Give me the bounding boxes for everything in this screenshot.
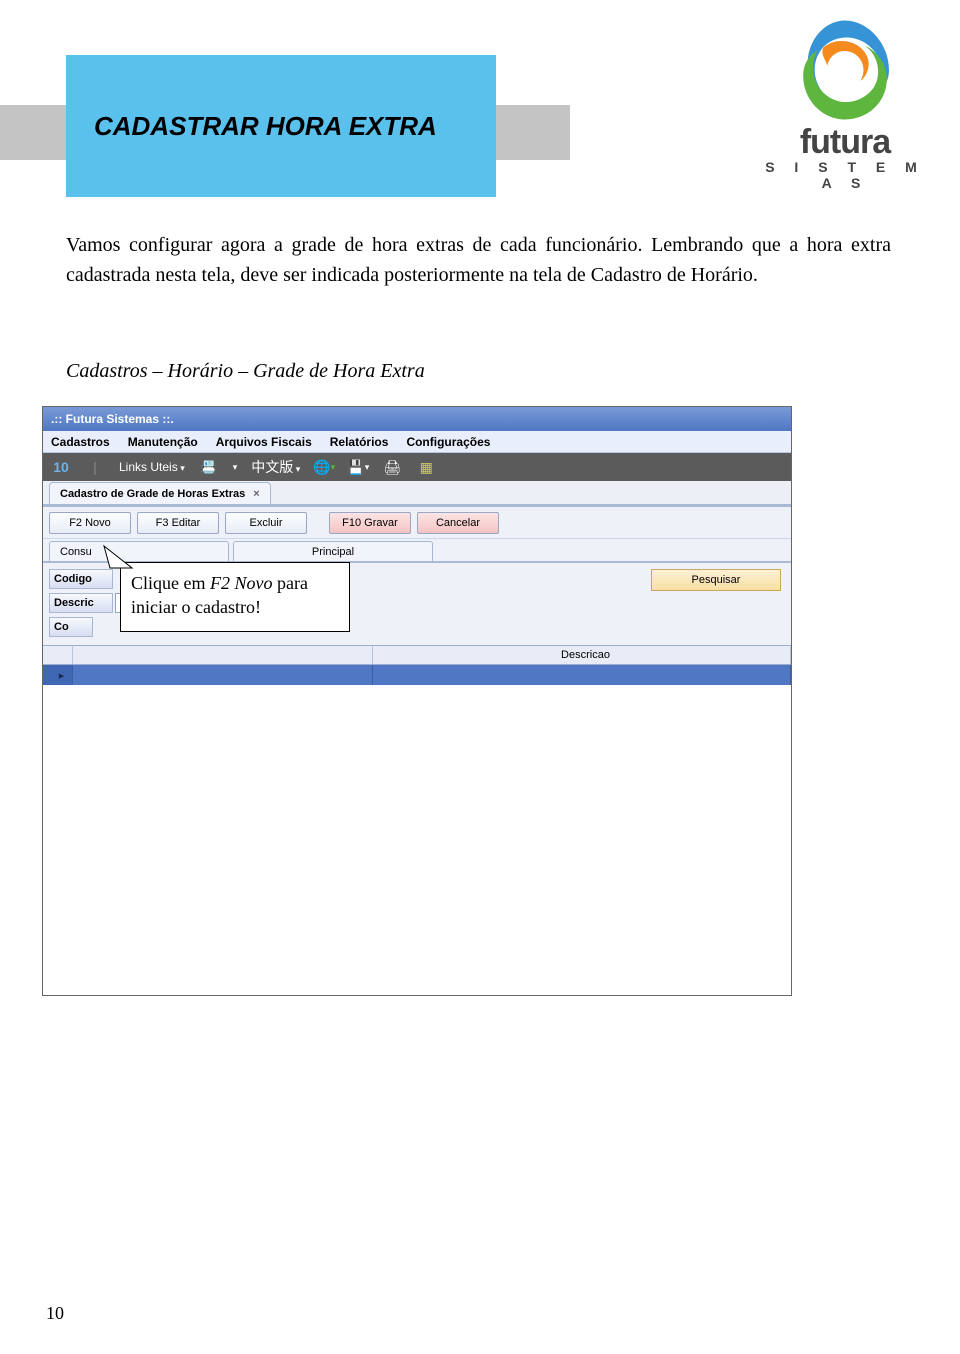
grid-row-marker: ▸ xyxy=(43,665,73,685)
pesquisar-button[interactable]: Pesquisar xyxy=(651,569,781,591)
grid-header: Descricao xyxy=(43,645,791,665)
editar-button[interactable]: F3 Editar xyxy=(137,512,219,534)
subtab-principal-label: Principal xyxy=(312,546,354,558)
novo-button-label: F2 Novo xyxy=(69,517,111,529)
gravar-button[interactable]: F10 Gravar xyxy=(329,512,411,534)
logo-tagline-text: S I S T E M A S xyxy=(760,159,930,191)
toolbar-links-uteis[interactable]: Links Uteis xyxy=(119,460,185,474)
app-menubar: Cadastros Manutenção Arquivos Fiscais Re… xyxy=(43,431,791,453)
callout-text-c: para xyxy=(273,573,308,593)
toolbar-lang-cn[interactable]: 中文版 xyxy=(251,457,300,477)
novo-button[interactable]: F2 Novo xyxy=(49,512,131,534)
grid-row-cell3 xyxy=(373,665,791,685)
toolbar-folder-drop[interactable]: ▾ xyxy=(233,462,238,473)
menu-configuracoes[interactable]: Configurações xyxy=(406,435,490,449)
page-number: 10 xyxy=(46,1303,64,1324)
tab-strip: Cadastro de Grade de Horas Extras × xyxy=(43,481,791,507)
editar-button-label: F3 Editar xyxy=(156,517,201,529)
cancelar-button[interactable]: Cancelar xyxy=(417,512,499,534)
menu-relatorios[interactable]: Relatórios xyxy=(330,435,389,449)
breadcrumb: Cadastros – Horário – Grade de Hora Extr… xyxy=(66,360,425,383)
toolbar-print-icon[interactable]: 🖨 xyxy=(382,457,402,477)
pesquisar-button-label: Pesquisar xyxy=(692,574,741,586)
grid-header-arrow xyxy=(43,646,73,664)
section-title-text: CADASTRAR HORA EXTRA xyxy=(94,111,437,142)
filter-label-descricao: Descric xyxy=(49,593,113,613)
gravar-button-label: F10 Gravar xyxy=(342,517,398,529)
menu-manutencao[interactable]: Manutenção xyxy=(128,435,198,449)
menu-cadastros[interactable]: Cadastros xyxy=(51,435,110,449)
grid-header-descricao: Descricao xyxy=(373,646,791,664)
cancelar-button-label: Cancelar xyxy=(436,517,480,529)
logo-swirl-icon xyxy=(790,15,900,125)
logo-brand-text: futura xyxy=(800,125,890,159)
callout-text-bold: F2 Novo xyxy=(210,573,273,593)
toolbar-globe-icon[interactable]: 🌐 xyxy=(314,457,334,477)
excluir-button-label: Excluir xyxy=(249,517,282,529)
toolbar-apps-icon[interactable]: ▦ xyxy=(416,457,436,477)
toolbar-separator-icon: | xyxy=(85,457,105,477)
excluir-button[interactable]: Excluir xyxy=(225,512,307,534)
toolbar-save-icon[interactable]: 💾 xyxy=(348,457,368,477)
app-window: .:: Futura Sistemas ::. Cadastros Manute… xyxy=(42,406,792,996)
callout-text-a: Clique em xyxy=(131,573,210,593)
grid-body xyxy=(43,685,791,995)
instruction-callout: Clique em F2 Novo para iniciar o cadastr… xyxy=(120,562,350,632)
toolbar-folder-icon[interactable]: 📇 xyxy=(199,457,219,477)
intro-paragraph: Vamos configurar agora a grade de hora e… xyxy=(66,230,891,290)
grid-header-col2 xyxy=(73,646,373,664)
section-title-box: CADASTRAR HORA EXTRA xyxy=(66,55,496,197)
logo: futura S I S T E M A S xyxy=(760,15,930,191)
close-icon[interactable]: × xyxy=(253,488,259,500)
action-button-row: F2 Novo F3 Editar Excluir F10 Gravar Can… xyxy=(43,507,791,539)
tab-cadastro-grade[interactable]: Cadastro de Grade de Horas Extras × xyxy=(49,482,271,504)
subtab-row: Consu Principal xyxy=(43,539,791,563)
tab-label: Cadastro de Grade de Horas Extras xyxy=(60,488,245,500)
menu-arquivos-fiscais[interactable]: Arquivos Fiscais xyxy=(216,435,312,449)
app-titlebar: .:: Futura Sistemas ::. xyxy=(43,407,791,431)
filter-label-co: Co xyxy=(49,617,93,637)
app-toolbar: 10 | Links Uteis 📇 ▾ 中文版 🌐 💾 🖨 ▦ xyxy=(43,453,791,481)
grid-row-selected[interactable]: ▸ xyxy=(43,665,791,685)
grid-row-cell2 xyxy=(73,665,373,685)
toolbar-number-icon[interactable]: 10 xyxy=(51,457,71,477)
subtab-principal[interactable]: Principal xyxy=(233,541,433,561)
subtab-consulta-label: Consu xyxy=(60,546,92,558)
callout-text-line2: iniciar o cadastro! xyxy=(131,597,261,617)
app-title-text: .:: Futura Sistemas ::. xyxy=(51,412,174,426)
